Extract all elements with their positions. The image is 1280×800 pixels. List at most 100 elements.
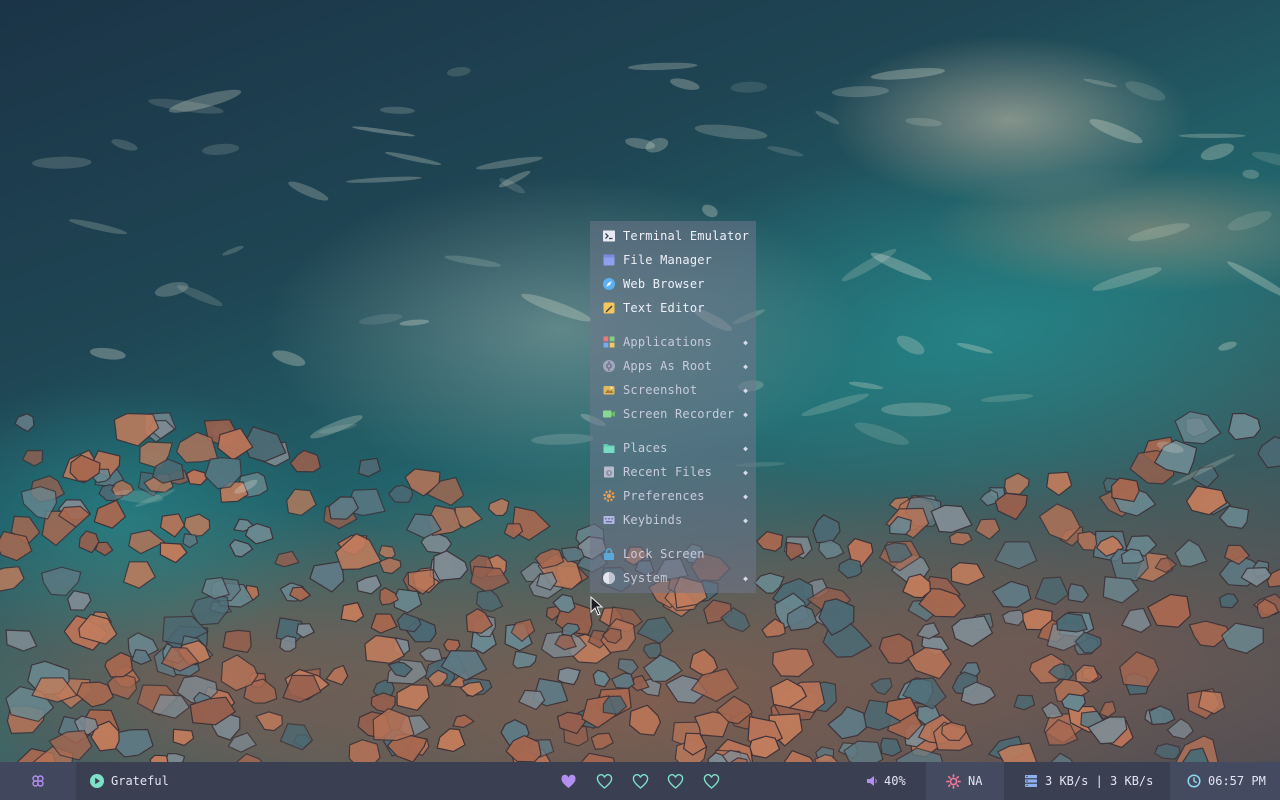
menu-item-screenshot[interactable]: Screenshot ◆ bbox=[590, 378, 756, 402]
wallpaper-rock bbox=[162, 615, 209, 646]
menu-item-system[interactable]: System ◆ bbox=[590, 566, 756, 590]
menu-item-screen-recorder[interactable]: Screen Recorder ◆ bbox=[590, 402, 756, 426]
launcher-button[interactable] bbox=[0, 762, 76, 800]
wallpaper-rock bbox=[903, 723, 933, 748]
menu-item-label: Screenshot bbox=[623, 383, 698, 397]
wallpaper-rock bbox=[48, 729, 93, 761]
menu-item-keybinds[interactable]: Keybinds ◆ bbox=[590, 508, 756, 532]
wallpaper-rock bbox=[689, 648, 719, 678]
mouse-cursor-icon bbox=[590, 596, 604, 616]
wallpaper-rock bbox=[127, 632, 160, 658]
wallpaper-rock bbox=[609, 606, 644, 633]
wallpaper-rock bbox=[693, 711, 732, 738]
wallpaper-rock bbox=[393, 588, 423, 614]
wallpaper-foam bbox=[352, 126, 415, 137]
wallpaper-rock bbox=[554, 601, 593, 636]
wallpaper-foam bbox=[896, 335, 925, 355]
wallpaper-rock bbox=[941, 721, 967, 742]
wallpaper-foam bbox=[730, 81, 768, 93]
menu-item-label: Lock Screen bbox=[623, 547, 705, 561]
menu-separator bbox=[590, 320, 756, 330]
wallpaper-rock bbox=[66, 590, 92, 611]
wallpaper-rock bbox=[837, 558, 863, 579]
wallpaper-rock bbox=[229, 539, 254, 558]
wallpaper-foam bbox=[272, 350, 306, 367]
wallpaper-rock bbox=[818, 539, 845, 560]
workspace-heart-icon[interactable] bbox=[632, 773, 649, 789]
menu-item-file-manager[interactable]: File Manager bbox=[590, 248, 756, 272]
workspace-active-heart-icon[interactable] bbox=[560, 774, 577, 789]
submenu-arrow-icon: ◆ bbox=[743, 361, 748, 371]
wallpaper-rock bbox=[336, 534, 368, 556]
menu-item-apps-as-root[interactable]: Apps As Root ◆ bbox=[590, 354, 756, 378]
wallpaper-rock bbox=[552, 593, 576, 614]
wallpaper-rock bbox=[189, 696, 237, 726]
wallpaper-rock bbox=[887, 707, 923, 740]
wallpaper-rock bbox=[383, 728, 415, 757]
wallpaper-rock bbox=[176, 675, 218, 706]
menu-item-applications[interactable]: Applications ◆ bbox=[590, 330, 756, 354]
wallpaper-rock bbox=[1218, 592, 1239, 609]
menu-item-terminal-emulator[interactable]: Terminal Emulator bbox=[590, 224, 756, 248]
wallpaper-rock bbox=[309, 560, 345, 593]
menu-item-places[interactable]: Places ◆ bbox=[590, 436, 756, 460]
wallpaper-foam bbox=[801, 393, 869, 416]
wallpaper-rock bbox=[903, 495, 944, 532]
network-widget[interactable]: 3 KB/s | 3 KB/s bbox=[1004, 762, 1170, 800]
wallpaper-rock bbox=[1120, 548, 1145, 565]
menu-item-text-editor[interactable]: Text Editor bbox=[590, 296, 756, 320]
wallpaper-rock bbox=[1186, 688, 1221, 720]
wallpaper-rock bbox=[244, 522, 274, 545]
wallpaper-rock bbox=[345, 488, 386, 517]
wallpaper-rock bbox=[1081, 667, 1103, 683]
clock-icon bbox=[1187, 774, 1201, 788]
wallpaper-rock bbox=[470, 625, 497, 655]
wallpaper-foam bbox=[854, 422, 909, 445]
wallpaper-rock bbox=[991, 580, 1032, 608]
music-widget[interactable]: Grateful bbox=[76, 762, 169, 800]
sun-icon bbox=[946, 773, 961, 789]
desktop[interactable]: Terminal Emulator File Manager Web Browser… bbox=[0, 0, 1280, 800]
wallpaper-rock bbox=[554, 633, 577, 651]
weather-widget[interactable]: NA bbox=[926, 762, 1004, 800]
wallpaper-rock bbox=[768, 713, 803, 747]
wallpaper-rock bbox=[387, 484, 414, 503]
wallpaper-rock bbox=[804, 681, 837, 713]
keybinds-icon bbox=[602, 513, 616, 527]
wallpaper-rock bbox=[57, 505, 91, 528]
wallpaper-rock bbox=[771, 577, 815, 610]
wallpaper-rock bbox=[1095, 535, 1125, 557]
menu-item-lock-screen[interactable]: Lock Screen bbox=[590, 542, 756, 566]
wallpaper-rock bbox=[827, 706, 868, 740]
wallpaper-rock bbox=[109, 728, 154, 758]
wallpaper-rock bbox=[405, 618, 437, 643]
wallpaper-rock bbox=[1197, 492, 1232, 516]
wallpaper-rock bbox=[323, 505, 358, 530]
wallpaper-rock bbox=[1059, 525, 1084, 547]
menu-item-recent-files[interactable]: Recent Files ◆ bbox=[590, 460, 756, 484]
workspace-heart-icon[interactable] bbox=[703, 773, 720, 789]
wallpaper-rock bbox=[1013, 694, 1036, 711]
wallpaper-rock bbox=[505, 734, 542, 763]
wallpaper-foam bbox=[168, 89, 242, 113]
wallpaper-rock bbox=[20, 485, 58, 520]
wallpaper-rock bbox=[1129, 449, 1176, 485]
wallpaper-rock bbox=[168, 469, 190, 486]
clock-widget[interactable]: 06:57 PM bbox=[1170, 762, 1280, 800]
menu-item-web-browser[interactable]: Web Browser bbox=[590, 272, 756, 296]
wallpaper-rock bbox=[258, 441, 291, 467]
menu-item-preferences[interactable]: Preferences ◆ bbox=[590, 484, 756, 508]
text-editor-icon bbox=[602, 301, 616, 315]
wallpaper-rock bbox=[1190, 465, 1220, 489]
workspace-heart-icon[interactable] bbox=[667, 773, 684, 789]
wallpaper-rock bbox=[41, 510, 77, 547]
wallpaper-rock bbox=[94, 541, 114, 557]
workspace-heart-icon[interactable] bbox=[596, 773, 613, 789]
wallpaper-rock bbox=[1087, 716, 1128, 745]
wallpaper-foam bbox=[848, 381, 884, 390]
wallpaper-foam bbox=[870, 252, 932, 281]
wallpaper-rock bbox=[894, 494, 938, 533]
wallpaper-foam bbox=[1127, 223, 1190, 242]
network-value: 3 KB/s | 3 KB/s bbox=[1045, 774, 1154, 788]
volume-widget[interactable]: 40% bbox=[850, 762, 926, 800]
